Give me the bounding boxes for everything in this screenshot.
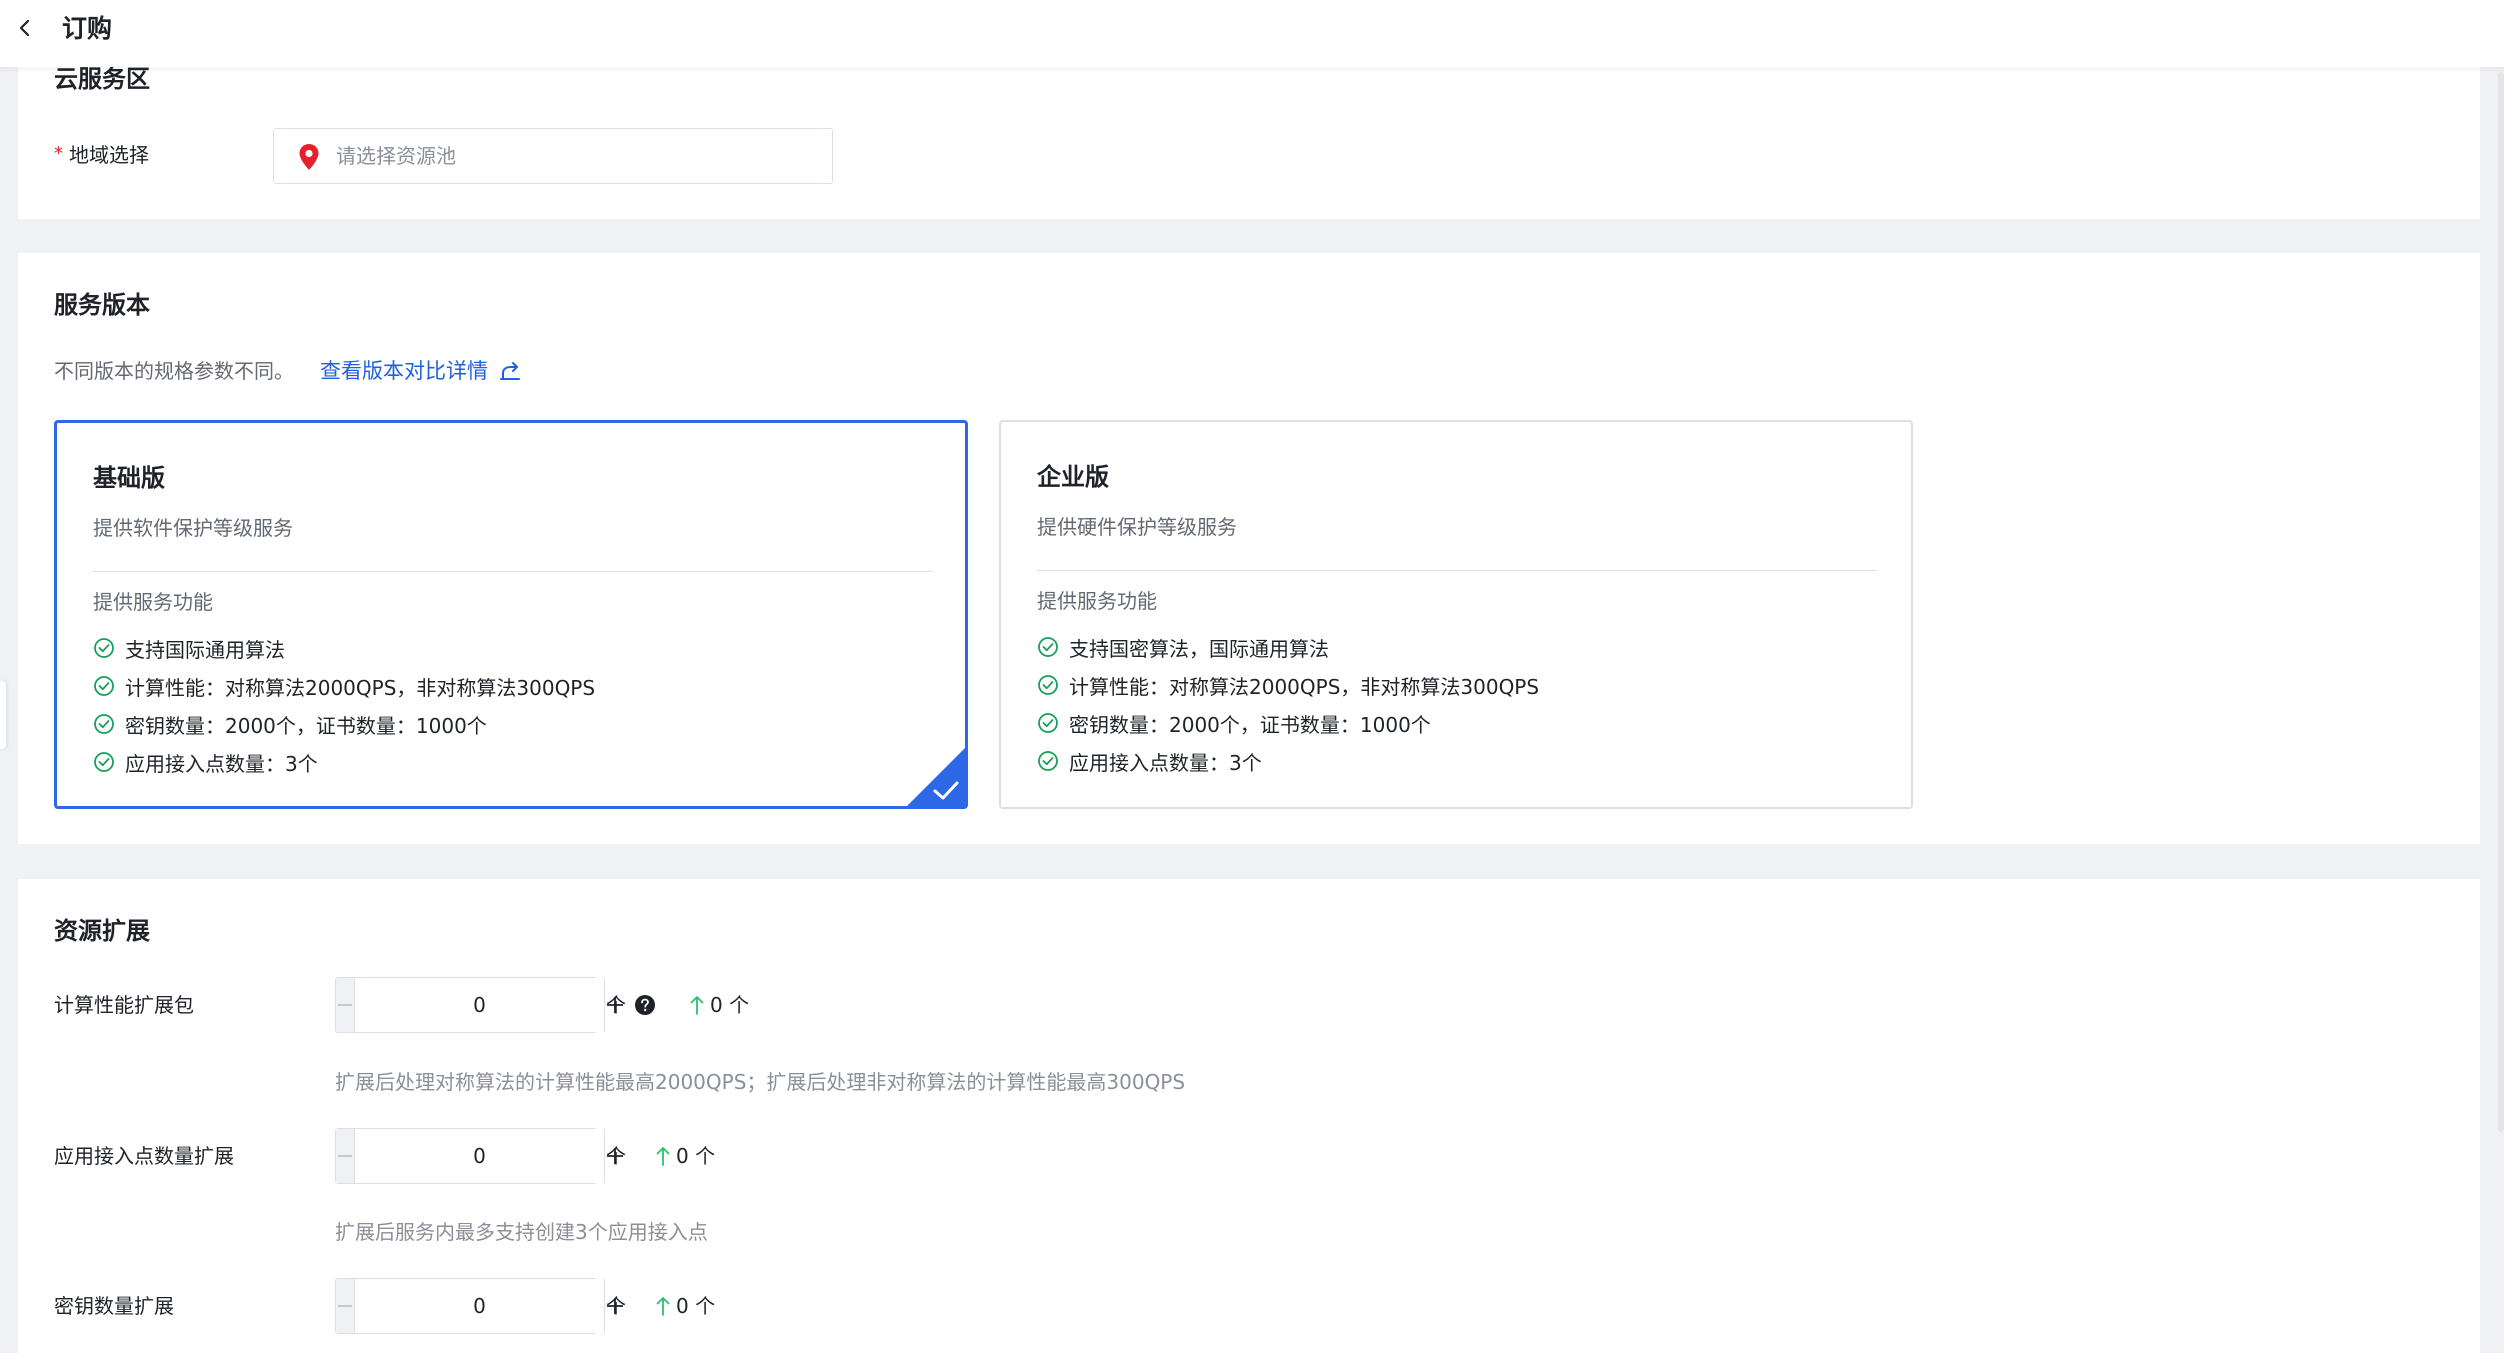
list-item: 支持国密算法，国际通用算法 (1037, 628, 1539, 666)
version-card: 服务版本 不同版本的规格参数不同。 查看版本对比详情 基础版 提供软件保护等级服… (18, 253, 2480, 844)
version-description: 不同版本的规格参数不同。 (54, 359, 294, 383)
minus-icon (338, 1305, 352, 1307)
plan-card-basic[interactable]: 基础版 提供软件保护等级服务 提供服务功能 支持国际通用算法 计算性能：对称算法… (54, 420, 968, 809)
access-point-input[interactable] (355, 1129, 604, 1183)
plan-subtitle: 提供软件保护等级服务 (93, 516, 293, 540)
list-item: 计算性能：对称算法2000QPS，非对称算法300QPS (93, 667, 595, 705)
region-select[interactable]: 请选择资源池 (273, 128, 833, 184)
increase-value: 0 个 (676, 1144, 716, 1168)
region-label: 地域选择 (69, 143, 149, 167)
feature-text: 计算性能：对称算法2000QPS，非对称算法300QPS (1069, 674, 1540, 699)
version-section-title: 服务版本 (54, 291, 150, 319)
plan-features-title: 提供服务功能 (1037, 589, 1157, 613)
region-placeholder: 请选择资源池 (336, 144, 456, 168)
key-count-stepper (335, 1278, 623, 1334)
feature-text: 支持国际通用算法 (125, 637, 285, 662)
list-item: 支持国际通用算法 (93, 629, 595, 667)
list-item: 密钥数量：2000个，证书数量：1000个 (1037, 704, 1539, 742)
plan-card-enterprise[interactable]: 企业版 提供硬件保护等级服务 提供服务功能 支持国密算法，国际通用算法 计算性能… (999, 420, 1913, 809)
access-point-stepper (335, 1128, 623, 1184)
top-bar: 订购 (0, 0, 2504, 67)
arrow-up-icon (656, 1297, 670, 1316)
plan-feature-list: 支持国际通用算法 计算性能：对称算法2000QPS，非对称算法300QPS 密钥… (93, 629, 595, 781)
unit-label: 个 (606, 993, 626, 1017)
plan-divider (1037, 570, 1877, 571)
arrow-up-icon (656, 1147, 670, 1166)
region-section-title: 云服务区 (54, 65, 150, 93)
compute-pack-label: 计算性能扩展包 (54, 993, 194, 1017)
compare-versions-link[interactable]: 查看版本对比详情 (320, 358, 522, 384)
plan-name: 企业版 (1037, 463, 1109, 491)
list-item: 应用接入点数量：3个 (1037, 742, 1539, 780)
map-pin-icon (299, 144, 319, 170)
help-icon[interactable] (634, 994, 656, 1016)
feature-text: 应用接入点数量：3个 (125, 751, 318, 776)
arrow-up-icon (690, 996, 704, 1015)
plan-divider (93, 571, 933, 572)
decrement-button[interactable] (336, 978, 355, 1032)
list-item: 计算性能：对称算法2000QPS，非对称算法300QPS (1037, 666, 1539, 704)
feature-text: 应用接入点数量：3个 (1069, 750, 1262, 775)
plan-feature-list: 支持国密算法，国际通用算法 计算性能：对称算法2000QPS，非对称算法300Q… (1037, 628, 1539, 780)
compare-link-label: 查看版本对比详情 (320, 359, 488, 383)
feature-text: 密钥数量：2000个，证书数量：1000个 (125, 713, 487, 738)
compute-pack-stepper (335, 977, 623, 1033)
key-count-increase: 0 个 (656, 1293, 715, 1319)
plan-subtitle: 提供硬件保护等级服务 (1037, 515, 1237, 539)
check-circle-icon (94, 714, 114, 734)
decrement-button[interactable] (336, 1129, 355, 1183)
access-point-increase: 0 个 (656, 1143, 715, 1169)
unit-label: 个 (606, 1294, 626, 1318)
access-point-label: 应用接入点数量扩展 (54, 1144, 234, 1168)
check-circle-icon (94, 638, 114, 658)
check-circle-icon (94, 676, 114, 696)
check-circle-icon (1038, 751, 1058, 771)
minus-icon (338, 1004, 352, 1006)
compute-pack-input[interactable] (355, 978, 604, 1032)
increase-value: 0 个 (676, 1294, 716, 1318)
compute-pack-increase: 0 个 (690, 992, 749, 1018)
feature-text: 支持国密算法，国际通用算法 (1069, 636, 1329, 661)
unit-label: 个 (606, 1144, 626, 1168)
feature-text: 计算性能：对称算法2000QPS，非对称算法300QPS (125, 675, 596, 700)
share-link-icon (500, 362, 520, 380)
required-mark: * (54, 143, 63, 164)
side-drawer-handle[interactable] (0, 681, 6, 749)
resource-card: 资源扩展 计算性能扩展包 个 0 个 扩展后处理对称算法的计算性能最高2000Q… (18, 879, 2480, 1353)
minus-icon (338, 1155, 352, 1157)
key-count-label: 密钥数量扩展 (54, 1294, 174, 1318)
resource-section-title: 资源扩展 (54, 917, 150, 945)
scrollbar[interactable] (2498, 72, 2504, 1132)
decrement-button[interactable] (336, 1279, 355, 1333)
check-circle-icon (94, 752, 114, 772)
plan-name: 基础版 (93, 464, 165, 492)
plan-features-title: 提供服务功能 (93, 590, 213, 614)
check-circle-icon (1038, 637, 1058, 657)
page-title: 订购 (62, 14, 113, 43)
feature-text: 密钥数量：2000个，证书数量：1000个 (1069, 712, 1431, 737)
check-circle-icon (1038, 713, 1058, 733)
key-count-input[interactable] (355, 1279, 604, 1333)
list-item: 应用接入点数量：3个 (93, 743, 595, 781)
list-item: 密钥数量：2000个，证书数量：1000个 (93, 705, 595, 743)
check-circle-icon (1038, 675, 1058, 695)
access-point-hint: 扩展后服务内最多支持创建3个应用接入点 (335, 1220, 708, 1244)
corner-check-icon (906, 747, 966, 807)
compute-pack-hint: 扩展后处理对称算法的计算性能最高2000QPS；扩展后处理非对称算法的计算性能最… (335, 1070, 1186, 1094)
increase-value: 0 个 (710, 993, 750, 1017)
chevron-left-icon[interactable] (14, 17, 36, 39)
